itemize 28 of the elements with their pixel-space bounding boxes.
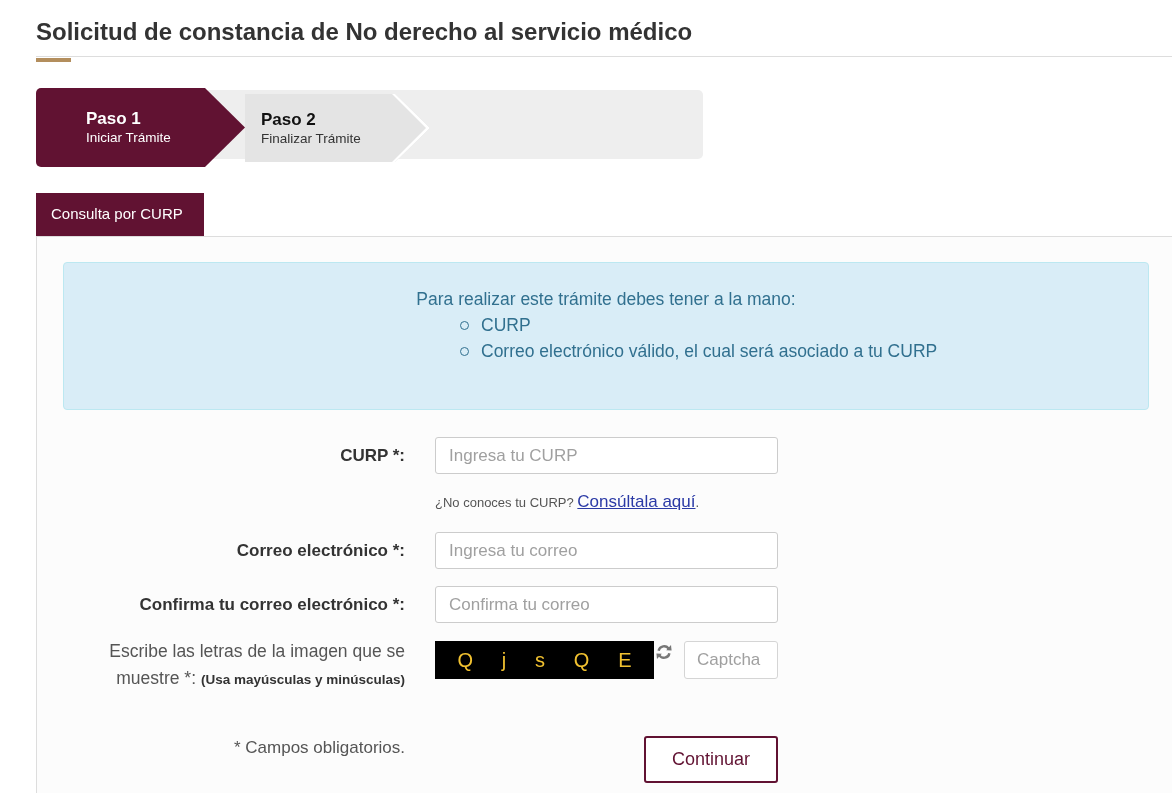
continue-button[interactable]: Continuar <box>644 736 778 783</box>
captcha-letter: Q <box>573 648 590 672</box>
field-label: CURP *: <box>339 444 405 467</box>
captcha-label: Escribe las letras de la imagen que se muestre *: (Usa mayúsculas y minúsculas) <box>108 640 405 690</box>
captcha-letter: j <box>501 648 507 672</box>
step-title: Paso 2 <box>261 108 316 130</box>
help-text: ¿No conoces tu CURP? Consúltala aquí. <box>435 491 700 513</box>
tab[interactable]: Consulta por CURP <box>36 193 204 236</box>
step-subtitle: Finalizar Trámite <box>261 129 361 148</box>
step-subtitle: Iniciar Trámite <box>86 129 171 147</box>
alert-text: Para realizar este trámite debes tener a la mano: <box>415 288 797 311</box>
text-input[interactable]: Confirma tu correo <box>435 586 778 623</box>
lookup-link[interactable]: Consúltala aquí <box>577 492 696 511</box>
page-title: Solicitud de constancia de No derecho al servicio médico <box>36 17 694 47</box>
captcha-letter: s <box>535 648 546 672</box>
step-title: Paso 1 <box>86 108 141 129</box>
text-input[interactable]: Ingresa tu correo <box>435 532 778 569</box>
refresh-icon[interactable] <box>656 644 672 660</box>
title-accent-bar <box>36 58 71 62</box>
field-label: Correo electrónico *: <box>235 539 405 562</box>
alert-list-item: CURP <box>481 314 531 337</box>
text-input[interactable]: Ingresa tu CURP <box>435 437 778 474</box>
field-label: Confirma tu correo electrónico *: <box>138 593 405 616</box>
captcha-letter: E <box>618 648 632 672</box>
captcha-letter: Q <box>457 648 473 672</box>
alert-list-item: Correo electrónico válido, el cual será asociado a tu CURP <box>481 340 938 363</box>
required-fields-note: * Campos obligatorios. <box>232 737 405 759</box>
captcha-input[interactable]: Captcha <box>684 641 778 679</box>
